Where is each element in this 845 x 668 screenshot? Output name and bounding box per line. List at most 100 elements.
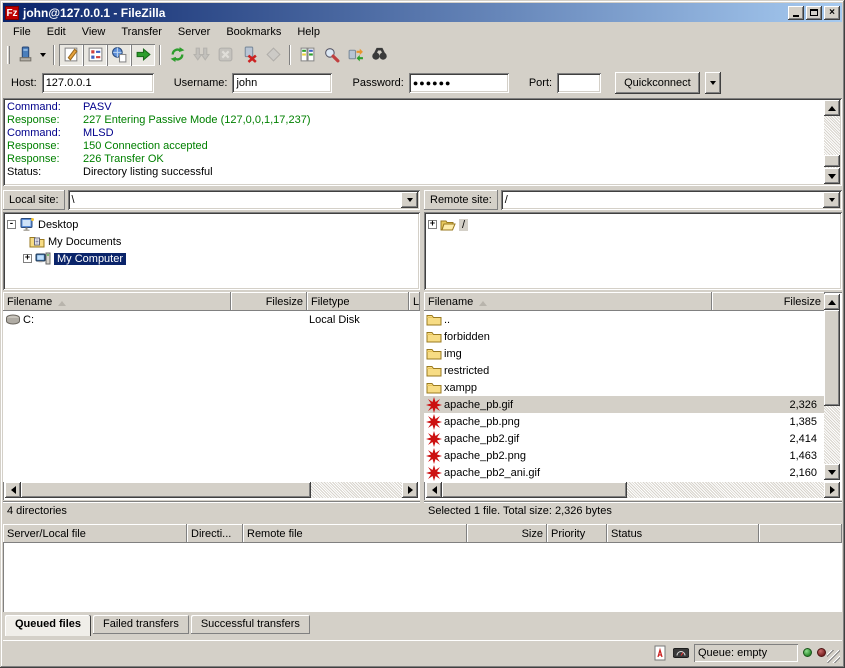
scroll-right-button[interactable] — [402, 482, 418, 498]
scroll-down-button[interactable] — [824, 464, 840, 480]
scrollbar-track[interactable] — [824, 116, 840, 168]
directory-comparison-button[interactable] — [295, 44, 319, 66]
remote-file-row-selected[interactable]: apache_pb.gif2,326 — [424, 396, 825, 413]
local-list-body[interactable]: C: Local Disk — [3, 311, 420, 482]
remote-site-combobox[interactable]: / — [501, 190, 842, 210]
expand-expander-icon[interactable]: + — [23, 254, 32, 263]
remote-directory-tree[interactable]: + / — [424, 212, 842, 290]
combo-dropdown-button[interactable] — [823, 192, 840, 208]
toggle-message-log-button[interactable] — [59, 44, 83, 66]
remote-file-row[interactable]: restricted — [424, 362, 825, 379]
scrollbar-track[interactable] — [21, 482, 402, 498]
scrollbar-track[interactable] — [442, 482, 824, 498]
toggle-remote-tree-button[interactable] — [107, 44, 131, 66]
column-header-filesize[interactable]: Filesize — [712, 292, 825, 311]
chevron-down-icon — [710, 81, 716, 88]
tree-item-root[interactable]: + / — [428, 216, 840, 233]
remote-site-row: Remote site: / — [424, 189, 842, 211]
scroll-right-button[interactable] — [824, 482, 840, 498]
remote-file-row[interactable]: apache_pb2_ani.gif2,160 — [424, 464, 825, 481]
port-input[interactable] — [557, 77, 601, 89]
scroll-up-button[interactable] — [824, 100, 840, 116]
disconnect-button[interactable] — [237, 44, 261, 66]
scrollbar-thumb[interactable] — [442, 482, 627, 498]
quickconnect-dropdown-button[interactable] — [705, 72, 721, 94]
maximize-button[interactable] — [806, 6, 822, 20]
menu-file[interactable]: File — [5, 23, 39, 41]
column-header-filesize[interactable]: Filesize — [231, 292, 307, 311]
tab-successful-transfers[interactable]: Successful transfers — [191, 615, 310, 634]
local-directory-tree[interactable]: - Desktop My Documents + My Computer — [3, 212, 420, 290]
column-header-server-local-file[interactable]: Server/Local file — [3, 524, 187, 543]
username-input[interactable] — [232, 77, 332, 89]
tree-item-my-computer[interactable]: + My Computer — [7, 250, 418, 267]
close-button[interactable]: × — [824, 6, 840, 20]
remote-file-row[interactable]: xampp — [424, 379, 825, 396]
column-header-status[interactable]: Status — [607, 524, 759, 543]
column-header-filename[interactable]: Filename — [3, 292, 231, 311]
menu-help[interactable]: Help — [289, 23, 328, 41]
menu-edit[interactable]: Edit — [39, 23, 74, 41]
site-manager-dropdown-button[interactable] — [37, 44, 49, 66]
tab-failed-transfers[interactable]: Failed transfers — [93, 615, 189, 634]
column-header-direction[interactable]: Directi... — [187, 524, 243, 543]
scroll-down-button[interactable] — [824, 168, 840, 184]
remote-file-row[interactable]: .. — [424, 311, 825, 328]
remote-vertical-scrollbar[interactable] — [824, 294, 840, 480]
resize-grip[interactable] — [827, 650, 840, 663]
remote-file-row[interactable]: apache_pb2.gif2,414 — [424, 430, 825, 447]
title-bar[interactable]: Fz john@127.0.0.1 - FileZilla × — [3, 3, 842, 22]
remote-horizontal-scrollbar[interactable] — [426, 482, 840, 498]
remote-file-row[interactable]: apache_pb2.png1,463 — [424, 447, 825, 464]
scrollbar-thumb[interactable] — [21, 482, 311, 498]
column-header-filetype[interactable]: Filetype — [307, 292, 409, 311]
reconnect-button[interactable] — [261, 44, 285, 66]
local-horizontal-scrollbar[interactable] — [5, 482, 418, 498]
refresh-button[interactable] — [165, 44, 189, 66]
minimize-button[interactable] — [788, 6, 804, 20]
scroll-left-button[interactable] — [5, 482, 21, 498]
collapse-expander-icon[interactable]: - — [7, 220, 16, 229]
quickconnect-button[interactable]: Quickconnect — [615, 72, 700, 94]
column-header-filename[interactable]: Filename — [424, 292, 712, 311]
remote-list-body[interactable]: .. forbidden img restricted xampp apache… — [424, 311, 825, 482]
scrollbar-track[interactable] — [824, 310, 840, 464]
remote-file-row[interactable]: apache_pb.png1,385 — [424, 413, 825, 430]
scroll-up-button[interactable] — [824, 294, 840, 310]
menu-view[interactable]: View — [74, 23, 114, 41]
process-queue-button[interactable] — [189, 44, 213, 66]
toggle-local-tree-button[interactable] — [83, 44, 107, 66]
scrollbar-thumb[interactable] — [824, 155, 840, 167]
log-scrollbar[interactable] — [824, 100, 840, 184]
column-header-priority[interactable]: Priority — [547, 524, 607, 543]
combo-dropdown-button[interactable] — [401, 192, 418, 208]
menu-transfer[interactable]: Transfer — [113, 23, 170, 41]
local-file-row[interactable]: C: Local Disk — [3, 311, 420, 328]
synchronized-browsing-button[interactable] — [343, 44, 367, 66]
tree-item-my-documents[interactable]: My Documents — [7, 233, 418, 250]
filename-filters-button[interactable] — [319, 44, 343, 66]
transfer-queue-panel[interactable]: Server/Local file Directi... Remote file… — [3, 524, 842, 612]
speed-limits-indicator-icon — [673, 645, 689, 661]
host-input[interactable] — [42, 77, 154, 89]
remote-file-row[interactable]: img — [424, 345, 825, 362]
open-folder-icon — [440, 217, 456, 233]
tab-queued-files[interactable]: Queued files — [5, 615, 91, 636]
site-manager-button[interactable] — [13, 44, 37, 66]
remote-file-row[interactable]: forbidden — [424, 328, 825, 345]
column-header-remote-file[interactable]: Remote file — [243, 524, 467, 543]
local-site-combobox[interactable]: \ — [68, 190, 420, 210]
menu-server[interactable]: Server — [170, 23, 218, 41]
message-log[interactable]: Command:PASV Response:227 Entering Passi… — [3, 98, 842, 186]
expand-expander-icon[interactable]: + — [428, 220, 437, 229]
scroll-left-button[interactable] — [426, 482, 442, 498]
password-input[interactable] — [409, 78, 509, 88]
column-header-size[interactable]: Size — [467, 524, 547, 543]
scrollbar-thumb[interactable] — [824, 310, 840, 406]
toggle-transfer-queue-button[interactable] — [131, 44, 155, 66]
cancel-operation-button[interactable] — [213, 44, 237, 66]
column-header-last-modified[interactable]: L — [409, 292, 420, 311]
find-files-button[interactable] — [367, 44, 391, 66]
menu-bookmarks[interactable]: Bookmarks — [218, 23, 289, 41]
tree-item-desktop[interactable]: - Desktop — [7, 216, 418, 233]
